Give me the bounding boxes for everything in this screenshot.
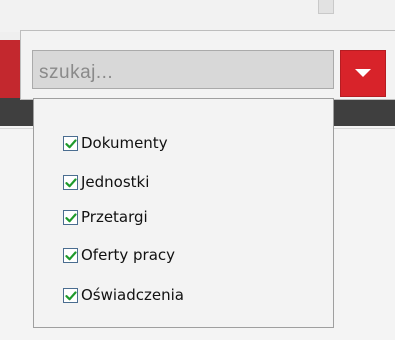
filter-item-label: Jednostki: [81, 173, 150, 191]
header-edge-element: [318, 0, 334, 14]
filter-item-label: Oświadczenia: [81, 286, 184, 304]
filter-dropdown-menu: Dokumenty Jednostki Przetargi Oferty pra…: [33, 98, 334, 328]
chevron-down-icon: [355, 68, 371, 77]
checkbox-checked-icon[interactable]: [63, 209, 78, 225]
filter-item-oswiadczenia[interactable]: Oświadczenia: [63, 285, 184, 305]
filter-item-oferty-pracy[interactable]: Oferty pracy: [63, 245, 175, 265]
checkbox-checked-icon[interactable]: [63, 174, 78, 190]
filter-item-jednostki[interactable]: Jednostki: [63, 172, 149, 192]
filter-dropdown-button[interactable]: [340, 50, 386, 97]
filter-item-label: Oferty pracy: [81, 246, 176, 264]
search-input[interactable]: [32, 50, 334, 89]
checkbox-checked-icon[interactable]: [63, 135, 78, 151]
checkbox-checked-icon[interactable]: [63, 247, 78, 263]
filter-item-label: Dokumenty: [81, 134, 168, 152]
filter-item-label: Przetargi: [81, 208, 148, 226]
filter-item-przetargi[interactable]: Przetargi: [63, 207, 148, 227]
page-header-strip: [0, 0, 395, 32]
filter-item-dokumenty[interactable]: Dokumenty: [63, 133, 168, 153]
checkbox-checked-icon[interactable]: [63, 287, 78, 303]
